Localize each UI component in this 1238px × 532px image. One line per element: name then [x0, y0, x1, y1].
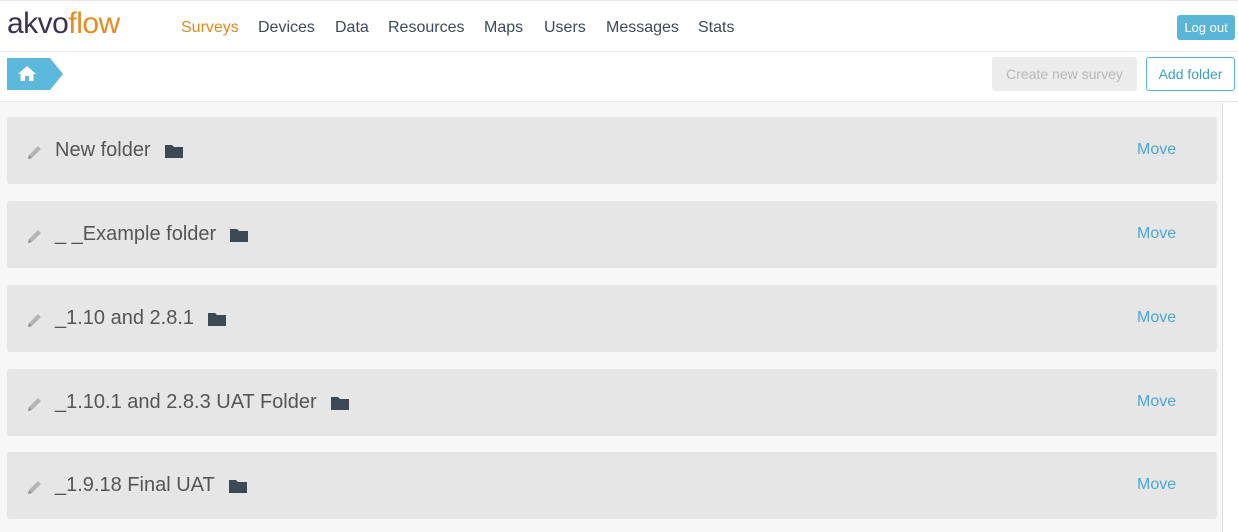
home-breadcrumb[interactable] [7, 58, 63, 90]
folder-icon [228, 479, 247, 493]
pencil-icon[interactable] [26, 143, 44, 161]
create-new-survey-button[interactable]: Create new survey [992, 57, 1137, 91]
folder-name[interactable]: _1.9.18 Final UAT [55, 474, 215, 497]
folder-name[interactable]: _1.10 and 2.8.1 [55, 307, 194, 330]
pencil-icon[interactable] [26, 311, 44, 329]
folder-name[interactable]: _ _Example folder [55, 223, 216, 246]
folder-row[interactable]: _1.10.1 and 2.8.3 UAT Folder Move [7, 369, 1217, 436]
nav-devices[interactable]: Devices [258, 19, 315, 37]
nav-maps[interactable]: Maps [484, 19, 523, 37]
nav-messages[interactable]: Messages [606, 19, 679, 37]
folder-list: New folder Move _ _Example folder Move _… [0, 103, 1238, 532]
folder-row[interactable]: New folder Move [7, 117, 1217, 184]
home-icon [18, 66, 36, 81]
move-link[interactable]: Move [1137, 141, 1176, 159]
move-link[interactable]: Move [1137, 309, 1176, 327]
pencil-icon[interactable] [26, 227, 44, 245]
folder-name[interactable]: _1.10.1 and 2.8.3 UAT Folder [55, 391, 317, 414]
folder-name-container: _1.10 and 2.8.1 [55, 307, 227, 330]
folder-row[interactable]: _1.10 and 2.8.1 Move [7, 285, 1217, 352]
pencil-icon[interactable] [26, 395, 44, 413]
folder-icon [230, 228, 249, 242]
folder-name-container: _1.9.18 Final UAT [55, 474, 248, 497]
folder-row[interactable]: _1.9.18 Final UAT Move [7, 452, 1217, 519]
nav-resources[interactable]: Resources [388, 19, 464, 37]
pencil-icon[interactable] [26, 478, 44, 496]
folder-name-container: New folder [55, 139, 184, 162]
logout-button[interactable]: Log out [1177, 15, 1235, 40]
move-link[interactable]: Move [1137, 476, 1176, 494]
nav-users[interactable]: Users [544, 19, 586, 37]
folder-row[interactable]: _ _Example folder Move [7, 201, 1217, 268]
move-link[interactable]: Move [1137, 225, 1176, 243]
nav-stats[interactable]: Stats [698, 19, 734, 37]
logo-akvo: akvo [7, 7, 69, 40]
top-navigation-bar: akvoflow Surveys Devices Data Resources … [0, 0, 1238, 52]
folder-icon [164, 144, 183, 158]
folder-name-container: _ _Example folder [55, 223, 249, 246]
folder-icon [330, 396, 349, 410]
folder-name[interactable]: New folder [55, 139, 151, 162]
akvoflow-logo[interactable]: akvoflow [7, 7, 120, 41]
nav-data[interactable]: Data [335, 19, 369, 37]
folder-name-container: _1.10.1 and 2.8.3 UAT Folder [55, 391, 350, 414]
survey-toolbar: Create new survey Add folder [0, 52, 1238, 102]
folder-icon [208, 312, 227, 326]
add-folder-button[interactable]: Add folder [1146, 57, 1235, 91]
move-link[interactable]: Move [1137, 393, 1176, 411]
scrollbar[interactable] [1222, 103, 1238, 532]
nav-surveys[interactable]: Surveys [181, 19, 239, 37]
logo-flow: flow [68, 7, 120, 40]
